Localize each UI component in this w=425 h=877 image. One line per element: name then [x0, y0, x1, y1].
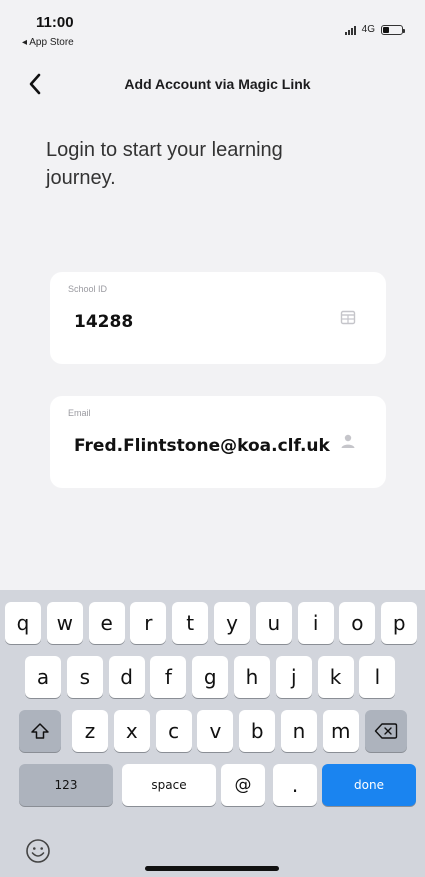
space-key[interactable]: space — [122, 764, 216, 806]
numbers-key[interactable]: 123 — [19, 764, 113, 806]
key-h[interactable]: h — [234, 656, 270, 698]
person-icon — [341, 434, 355, 448]
status-indicators: 4G — [344, 24, 405, 35]
headline: Login to start your learning journey. — [46, 139, 283, 189]
home-indicator[interactable] — [145, 866, 279, 871]
done-key[interactable]: done — [322, 764, 416, 806]
key-t[interactable]: t — [172, 602, 209, 644]
keyboard-row-4: 123 space @ . done — [0, 764, 425, 806]
page-title: Add Account via Magic Link — [124, 76, 311, 92]
key-e[interactable]: e — [88, 602, 125, 644]
keyboard-row-2: asdfghjkl — [0, 656, 425, 698]
key-z[interactable]: z — [72, 710, 108, 752]
key-g[interactable]: g — [192, 656, 229, 698]
shift-icon — [31, 723, 49, 739]
key-b[interactable]: b — [239, 710, 276, 752]
battery-icon — [381, 24, 405, 35]
key-k[interactable]: k — [317, 656, 354, 698]
school-id-field[interactable]: School ID 14288 — [50, 272, 386, 364]
email-field[interactable]: Email Fred.Flintstone@koa.clf.uk — [50, 396, 386, 488]
keyboard-row-3: zxcvbnm — [0, 710, 425, 752]
key-l[interactable]: l — [359, 656, 396, 698]
key-r[interactable]: r — [130, 602, 167, 644]
on-screen-keyboard: qwertyuiop asdfghjkl zxcvbnm 123 space @… — [0, 590, 425, 877]
key-q[interactable]: q — [5, 602, 41, 644]
key-w[interactable]: w — [46, 602, 83, 644]
key-p[interactable]: p — [381, 602, 418, 644]
emoji-icon[interactable] — [25, 838, 51, 864]
school-id-input[interactable]: 14288 — [74, 312, 133, 332]
key-u[interactable]: u — [255, 602, 292, 644]
signal-icon — [344, 25, 356, 35]
key-m[interactable]: m — [322, 710, 359, 752]
email-input[interactable]: Fred.Flintstone@koa.clf.uk — [74, 436, 330, 456]
key-y[interactable]: y — [214, 602, 250, 644]
key-i[interactable]: i — [297, 602, 334, 644]
key-x[interactable]: x — [113, 710, 150, 752]
backspace-key[interactable] — [365, 710, 407, 752]
network-type: 4G — [361, 24, 375, 35]
backspace-icon — [374, 723, 398, 739]
key-s[interactable]: s — [66, 656, 103, 698]
key-j[interactable]: j — [275, 656, 312, 698]
calendar-icon — [340, 310, 356, 325]
at-key[interactable]: @ — [221, 764, 265, 806]
back-to-app-store-link[interactable]: ◂ App Store — [22, 37, 74, 48]
period-key[interactable]: . — [273, 764, 317, 806]
school-id-label: School ID — [68, 284, 108, 294]
shift-key[interactable] — [19, 710, 61, 752]
keyboard-row-1: qwertyuiop — [0, 602, 425, 644]
key-o[interactable]: o — [339, 602, 376, 644]
key-d[interactable]: d — [108, 656, 145, 698]
key-a[interactable]: a — [25, 656, 61, 698]
key-c[interactable]: c — [155, 710, 192, 752]
key-f[interactable]: f — [150, 656, 187, 698]
key-v[interactable]: v — [197, 710, 234, 752]
status-time: 11:00 — [36, 14, 74, 31]
key-n[interactable]: n — [281, 710, 317, 752]
battery-fill — [383, 26, 390, 33]
email-label: Email — [68, 408, 91, 418]
